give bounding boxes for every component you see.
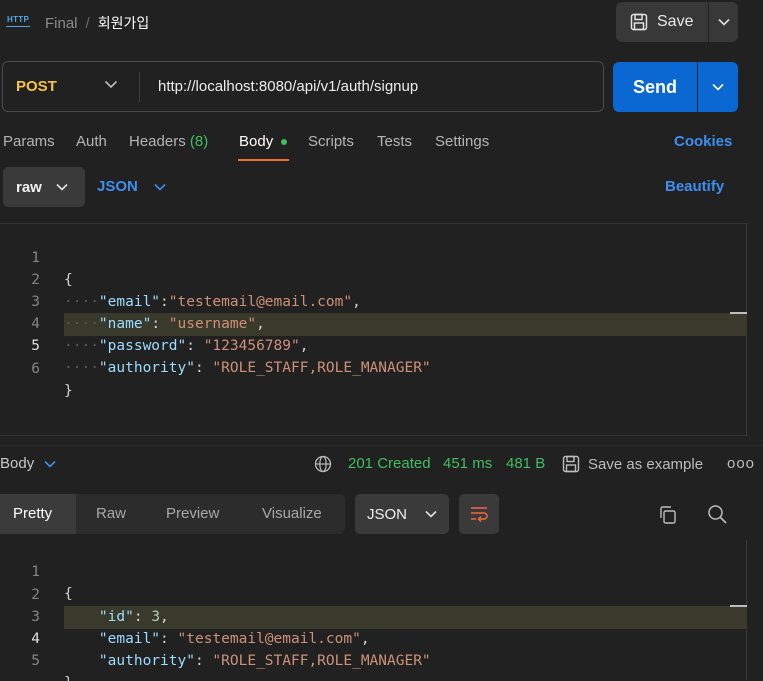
code-line[interactable]: 6 } (0, 336, 746, 399)
tab-body[interactable]: Body (239, 133, 273, 150)
editor-border (0, 223, 748, 224)
json-value: "ROLE_STAFF,ROLE_MANAGER" (212, 360, 431, 376)
body-mode-select[interactable]: raw (3, 167, 85, 207)
tab-headers-count: (8) (189, 133, 209, 150)
method-select[interactable]: POST (16, 78, 57, 95)
chevron-down-icon (717, 18, 730, 26)
search-icon[interactable] (706, 503, 728, 525)
editor-border (0, 435, 748, 436)
code-line[interactable]: 4 "authority": "ROLE_STAFF,ROLE_MANAGER" (0, 606, 746, 669)
tab-scripts[interactable]: Scripts (308, 133, 354, 150)
breadcrumb-separator: / (85, 14, 90, 32)
chevron-down-icon (154, 183, 166, 191)
save-as-example-button[interactable]: Save as example (562, 455, 703, 473)
body-format-select[interactable]: JSON (97, 178, 166, 195)
pane-resize-handle[interactable] (0, 445, 763, 446)
floppy-disk-icon (562, 455, 580, 473)
http-icon: HTTP (6, 12, 32, 32)
response-time[interactable]: 451 ms (443, 455, 492, 472)
code-line[interactable]: 5 } (0, 628, 746, 681)
body-modified-dot (281, 139, 287, 145)
code-line[interactable]: 2 ····"email":"testemail@email.com", (0, 247, 746, 310)
tab-params[interactable]: Params (3, 133, 55, 150)
save-as-example-label: Save as example (588, 455, 704, 473)
chevron-down-icon (712, 83, 724, 91)
globe-icon[interactable] (314, 455, 332, 473)
cookies-link[interactable]: Cookies (674, 133, 732, 150)
copy-icon[interactable] (658, 505, 678, 525)
response-format-label: JSON (367, 505, 408, 523)
body-mode-label: raw (16, 178, 42, 196)
chevron-down-icon (425, 510, 437, 518)
code-line[interactable]: 5 ····"authority": "ROLE_STAFF,ROLE_MANA… (0, 313, 746, 376)
wrap-lines-button[interactable] (459, 494, 499, 534)
tab-auth[interactable]: Auth (76, 133, 107, 150)
wrap-lines-icon (471, 507, 488, 522)
breadcrumb-collection[interactable]: Final (45, 15, 78, 32)
close-brace: } (64, 672, 73, 681)
chevron-down-icon[interactable] (104, 80, 118, 89)
code-line[interactable]: 2 "id": 3, (0, 562, 746, 625)
send-button[interactable]: Send (613, 62, 697, 112)
more-options-icon[interactable]: ooo (727, 455, 755, 472)
tab-tests[interactable]: Tests (377, 133, 412, 150)
save-button-label: Save (657, 13, 694, 30)
close-brace: } (64, 383, 73, 399)
body-format-label: JSON (97, 178, 138, 195)
code-line[interactable]: 3 ····"name": "username", (0, 269, 746, 332)
line-number: 6 (31, 361, 40, 377)
save-button[interactable]: Save (616, 2, 708, 42)
response-size[interactable]: 481 B (506, 455, 545, 472)
json-key: "authority" (98, 653, 195, 669)
code-line[interactable]: 1 { (0, 539, 746, 602)
json-key: "authority" (98, 360, 195, 376)
tab-headers[interactable]: Headers (8) (129, 133, 208, 150)
floppy-disk-icon (630, 13, 648, 31)
view-tab-pretty[interactable]: Pretty (13, 505, 52, 522)
url-divider (139, 72, 140, 102)
breadcrumb: Final / 회원가입 (45, 13, 149, 33)
view-tab-raw[interactable]: Raw (96, 505, 126, 522)
code-line[interactable]: 1 { (0, 225, 746, 288)
view-tab-preview[interactable]: Preview (166, 505, 219, 522)
chevron-down-icon (56, 183, 68, 191)
response-section-select[interactable]: Body (0, 455, 56, 472)
json-value: "ROLE_STAFF,ROLE_MANAGER" (212, 653, 431, 669)
url-input[interactable]: http://localhost:8080/api/v1/auth/signup (158, 78, 418, 95)
code-line[interactable]: 4 ····"password": "123456789", (0, 291, 746, 354)
send-options-button[interactable] (698, 62, 738, 112)
line-number: 5 (31, 653, 40, 669)
save-options-button[interactable] (709, 2, 738, 42)
code-line[interactable]: 3 "email": "testemail@email.com", (0, 584, 746, 647)
response-section-label: Body (0, 455, 35, 472)
view-tab-visualize[interactable]: Visualize (262, 505, 322, 522)
tab-settings[interactable]: Settings (435, 133, 489, 150)
chevron-down-icon (44, 460, 56, 468)
http-icon-label: HTTP (7, 15, 30, 24)
beautify-button[interactable]: Beautify (665, 178, 724, 195)
tab-headers-label: Headers (129, 133, 186, 150)
active-tab-indicator (238, 159, 289, 161)
response-status[interactable]: 201 Created (348, 455, 431, 472)
response-format-select[interactable]: JSON (355, 494, 449, 534)
request-title[interactable]: 회원가입 (98, 13, 150, 33)
